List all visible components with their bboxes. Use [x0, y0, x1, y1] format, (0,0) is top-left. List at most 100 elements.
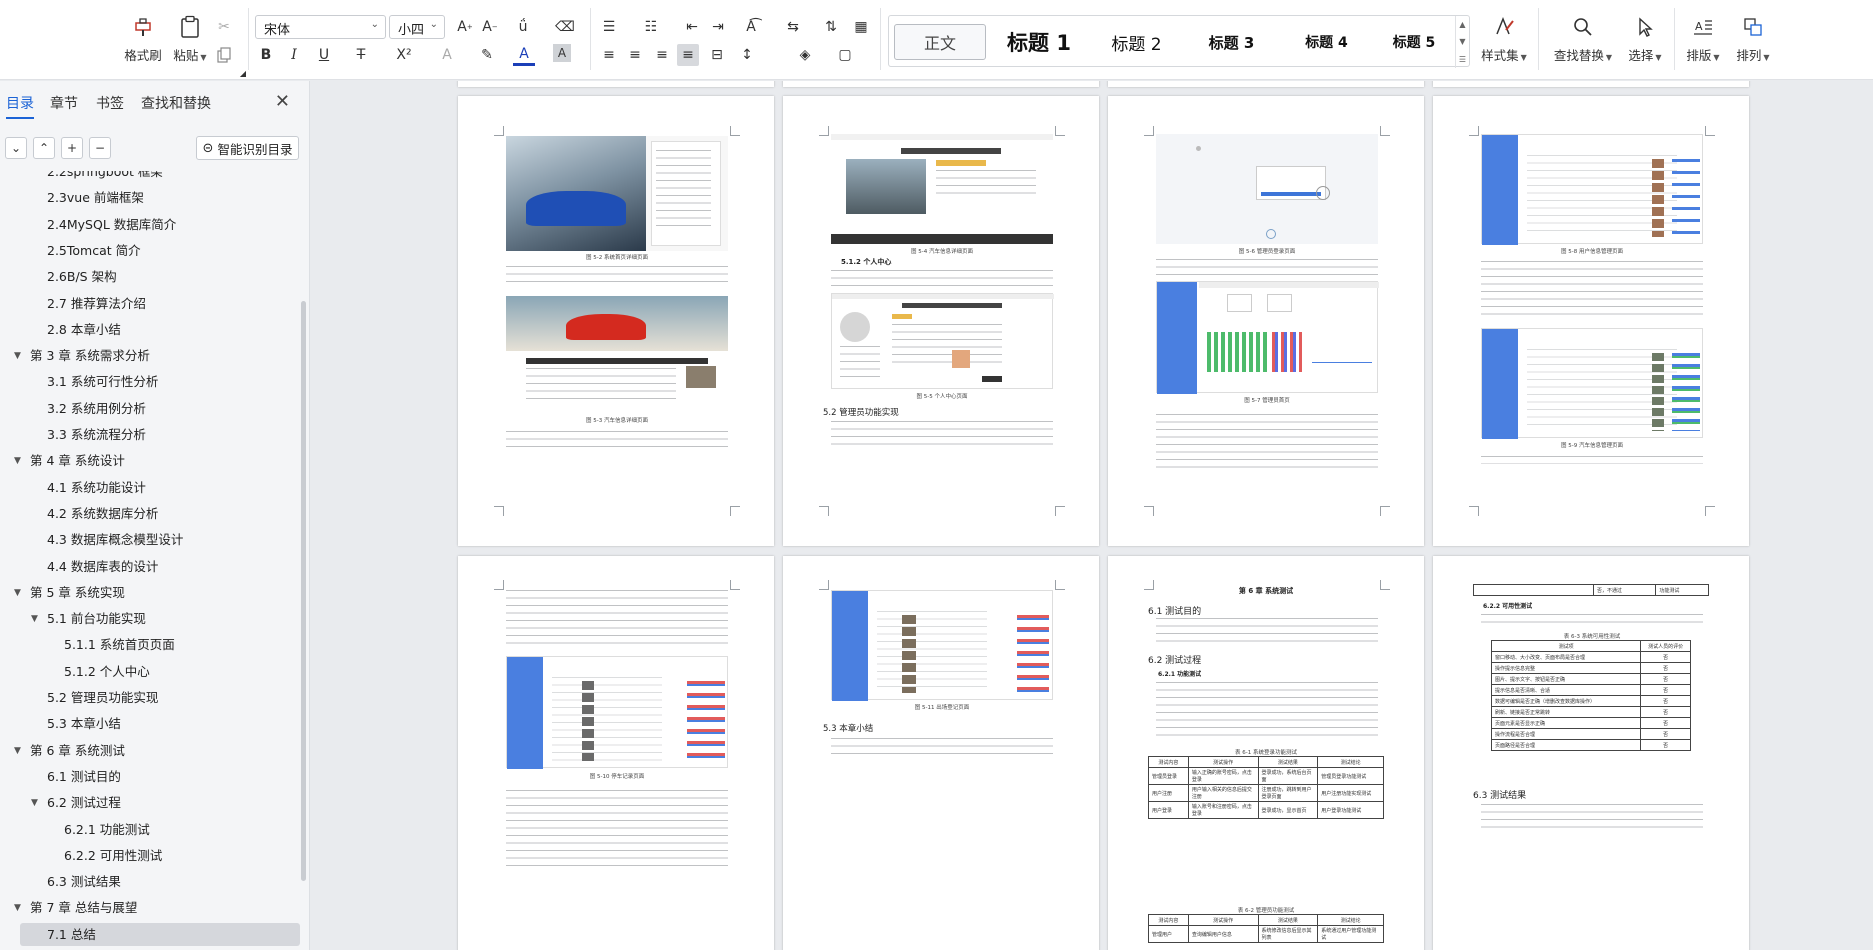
borders-icon[interactable]: ▢	[834, 44, 856, 66]
shading-icon[interactable]: ◈	[794, 44, 816, 66]
close-icon[interactable]: ✕	[275, 91, 290, 112]
collapse-up-icon[interactable]: ⌃	[33, 137, 55, 159]
style-set-button[interactable]: 样式集 ▼	[1478, 0, 1530, 64]
expand-triangle-icon[interactable]: ▼	[14, 345, 21, 367]
toc-item[interactable]: ▼ 第 5 章 系统实现	[14, 582, 125, 604]
font-name-select[interactable]: 宋体 ⌄	[255, 15, 386, 39]
font-size-select[interactable]: 小四 ⌄	[389, 15, 445, 39]
style-gallery-scroll[interactable]: ▲ ▼ ☰	[1455, 16, 1469, 68]
justify-icon[interactable]: ≡	[677, 44, 699, 66]
expand-triangle-icon[interactable]: ▼	[14, 582, 21, 604]
style-heading-1[interactable]: 标题 1	[989, 24, 1089, 60]
toc-item[interactable]: 3.3 系统流程分析	[47, 424, 146, 446]
tab-sections[interactable]: 章节	[50, 93, 78, 113]
highlight-icon[interactable]: ✎	[476, 44, 498, 66]
align-right-icon[interactable]: ≡	[651, 44, 673, 66]
nav-scrollbar[interactable]	[301, 301, 306, 881]
expand-triangle-icon[interactable]: ▼	[31, 792, 38, 814]
add-heading-icon[interactable]: +	[61, 137, 83, 159]
line-spacing-icon[interactable]: ↕	[736, 44, 758, 66]
tab-find-replace[interactable]: 查找和替换	[141, 93, 211, 113]
document-page[interactable]: 图 5-10 停车记录页面	[458, 556, 774, 950]
toc-item[interactable]: 6.1 测试目的	[47, 766, 121, 788]
sort-icon[interactable]: ⇅	[820, 16, 842, 38]
toc-item[interactable]: 2.3vue 前端框架	[47, 187, 144, 209]
smart-toc-button[interactable]: ⊝ 智能识别目录	[196, 136, 299, 160]
toc-item[interactable]: 2.2springboot 框架	[47, 171, 163, 183]
toc-item[interactable]: 2.4MySQL 数据库简介	[47, 214, 176, 236]
toc-item[interactable]: ▼ 第 6 章 系统测试	[14, 740, 125, 762]
document-page[interactable]: 第 6 章 系统测试 6.1 测试目的 6.2 测试过程 6.2.1 功能测试 …	[1108, 556, 1424, 950]
collapse-down-icon[interactable]: ⌄	[5, 137, 27, 159]
document-page[interactable]: 图 5-8 用户信息管理页面 图 5-9 汽车信息管理页面	[1433, 96, 1749, 546]
toc-item[interactable]: ▼ 5.1 前台功能实现	[31, 608, 146, 630]
remove-heading-icon[interactable]: −	[89, 137, 111, 159]
toc-item[interactable]: 2.7 推荐算法介绍	[47, 293, 146, 315]
decrease-indent-icon[interactable]: ⇤	[681, 16, 703, 38]
toc-item[interactable]: 5.1.2 个人中心	[64, 661, 150, 683]
toc-item[interactable]: 6.3 测试结果	[47, 871, 121, 893]
toc-item[interactable]: ▼ 第 7 章 总结与展望	[14, 897, 137, 919]
cut-icon[interactable]: ✂	[213, 16, 235, 38]
align-center-icon[interactable]: ≡	[624, 44, 646, 66]
style-heading-4[interactable]: 标题 4	[1279, 24, 1374, 60]
toc-item[interactable]: 5.1.1 系统首页页面	[64, 634, 175, 656]
document-page[interactable]: 图 5-2 系统首页详细页面 图 5-3 汽车信息详细页面	[458, 96, 774, 546]
paste-button[interactable]: 粘贴 ▼	[170, 0, 210, 64]
toc-item[interactable]: 5.2 管理员功能实现	[47, 687, 158, 709]
toc-item[interactable]: 4.3 数据库概念模型设计	[47, 529, 183, 551]
toc-item[interactable]: 7.1 总结	[47, 924, 96, 946]
tab-bookmarks[interactable]: 书签	[96, 93, 124, 113]
toc-item[interactable]: 4.1 系统功能设计	[47, 477, 146, 499]
style-heading-2[interactable]: 标题 2	[1089, 24, 1184, 60]
toc-item[interactable]: 3.1 系统可行性分析	[47, 371, 158, 393]
expand-triangle-icon[interactable]: ▼	[14, 450, 21, 472]
style-heading-5[interactable]: 标题 5	[1369, 24, 1459, 60]
format-brush-button[interactable]: 格式刷	[122, 0, 164, 64]
toc-item[interactable]: 6.2.2 可用性测试	[64, 845, 162, 867]
char-shading-icon[interactable]: A	[553, 44, 571, 62]
document-page[interactable]: 图 5-6 管理员登录页面 图 5-7 管理员首页	[1108, 96, 1424, 546]
grow-font-icon[interactable]: A +	[454, 16, 476, 38]
table-icon[interactable]: ▦	[850, 16, 872, 38]
phonetic-guide-icon[interactable]: ǘ	[512, 16, 534, 38]
toc-item[interactable]: 4.2 系统数据库分析	[47, 503, 158, 525]
align-left-icon[interactable]: ≡	[598, 44, 620, 66]
select-button[interactable]: 选择 ▼	[1622, 0, 1668, 64]
tab-toc[interactable]: 目录	[6, 93, 34, 119]
text-direction-icon[interactable]: A͡	[740, 16, 762, 38]
line-break-icon[interactable]: ⇆	[782, 16, 804, 38]
increase-indent-icon[interactable]: ⇥	[707, 16, 729, 38]
superscript-icon[interactable]: X²	[393, 44, 415, 66]
strikethrough-icon[interactable]: T	[350, 44, 372, 66]
text-effect-icon[interactable]: A	[436, 44, 458, 66]
document-page[interactable]: 图 5-11 出场登记页面 5.3 本章小结	[783, 556, 1099, 950]
toc-item[interactable]: 2.8 本章小结	[47, 319, 121, 341]
document-page[interactable]: 图 5-4 汽车信息详细页面 5.1.2 个人中心 图 5-5 个人中心页面 5…	[783, 96, 1099, 546]
toc-item[interactable]: 3.2 系统用例分析	[47, 398, 146, 420]
bullet-list-icon[interactable]: ☰	[598, 16, 620, 38]
layout-button[interactable]: A 排版 ▼	[1680, 0, 1726, 64]
toc-item[interactable]: 5.3 本章小结	[47, 713, 121, 735]
clear-format-icon[interactable]: ⌫	[554, 16, 576, 38]
toc-item[interactable]: 2.6B/S 架构	[47, 266, 117, 288]
toc-item[interactable]: 4.4 数据库表的设计	[47, 556, 158, 578]
find-replace-button[interactable]: 查找替换 ▼	[1550, 0, 1616, 64]
toc-item[interactable]: ▼ 第 4 章 系统设计	[14, 450, 125, 472]
distribute-icon[interactable]: ⊟	[706, 44, 728, 66]
underline-icon[interactable]: U	[313, 44, 335, 66]
expand-triangle-icon[interactable]: ▼	[14, 740, 21, 762]
expand-triangle-icon[interactable]: ▼	[31, 608, 38, 630]
style-normal[interactable]: 正文	[894, 24, 986, 60]
document-page[interactable]: 否，不通过 功能测试 6.2.2 可用性测试 表 6-3 系统可用性测试 测试项测…	[1433, 556, 1749, 950]
font-color-icon[interactable]: A	[513, 44, 535, 66]
italic-icon[interactable]: I	[283, 44, 305, 66]
shrink-font-icon[interactable]: A −	[479, 16, 501, 38]
numbered-list-icon[interactable]: ☷	[640, 16, 662, 38]
style-heading-3[interactable]: 标题 3	[1184, 24, 1279, 60]
toc-item[interactable]: ▼ 6.2 测试过程	[31, 792, 121, 814]
arrange-button[interactable]: 排列 ▼	[1730, 0, 1776, 64]
bold-icon[interactable]: B	[255, 44, 277, 66]
expand-triangle-icon[interactable]: ▼	[14, 897, 21, 919]
toc-item[interactable]: 6.2.1 功能测试	[64, 819, 150, 841]
